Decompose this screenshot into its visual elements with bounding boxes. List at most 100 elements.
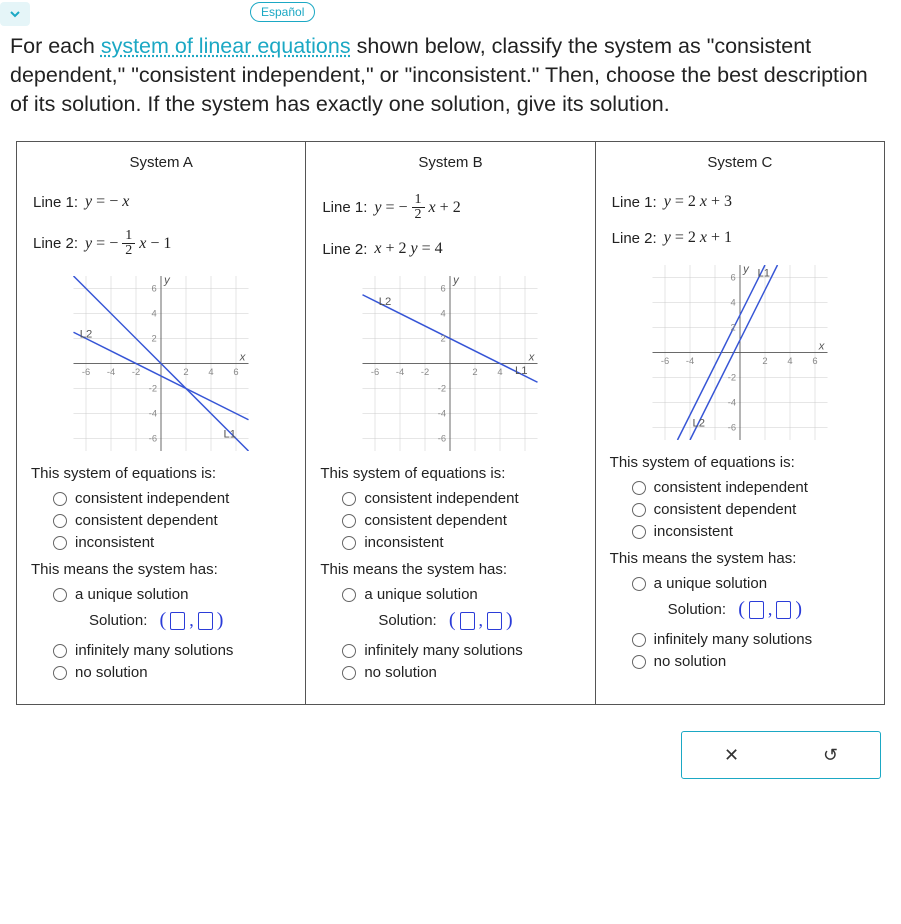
opt-label: inconsistent: [75, 534, 154, 551]
graph-c: xy L1 L2 -6-4246 642-2-4-6: [625, 265, 855, 440]
svg-text:-2: -2: [728, 373, 736, 383]
svg-text:x: x: [239, 351, 246, 363]
radio-b-unique[interactable]: [342, 588, 356, 602]
svg-text:L1: L1: [515, 365, 528, 377]
radio-c-inc[interactable]: [632, 525, 646, 539]
q2-label: This means the system has:: [320, 561, 580, 578]
glossary-link[interactable]: system of linear equations: [101, 34, 351, 58]
system-b-line1: Line 1: y=− 12 x+2: [322, 193, 580, 222]
solution-b: Solution: (,): [378, 609, 580, 632]
action-bar: ✕ ↺: [0, 721, 901, 797]
solution-a-y[interactable]: [198, 612, 213, 630]
action-panel: ✕ ↺: [681, 731, 881, 779]
radio-c-none[interactable]: [632, 655, 646, 669]
svg-text:6: 6: [234, 367, 239, 377]
opt-label: consistent independent: [75, 490, 229, 507]
expand-toggle[interactable]: [0, 2, 30, 26]
solution-c-x[interactable]: [749, 601, 764, 619]
radio-a-ci[interactable]: [53, 492, 67, 506]
system-a-line1: Line 1: y=−x: [33, 193, 291, 211]
line-label: Line 1:: [612, 194, 657, 211]
radio-c-inf[interactable]: [632, 633, 646, 647]
system-c-line1: Line 1: y=2x+3: [612, 193, 870, 211]
q1-label: This system of equations is:: [320, 465, 580, 482]
svg-text:-6: -6: [82, 367, 90, 377]
reset-button[interactable]: ↺: [781, 732, 880, 778]
svg-text:-4: -4: [728, 398, 736, 408]
graph-b: xy L1 L2 -6-4-224 642-2-4-6: [335, 276, 565, 451]
svg-text:-4: -4: [396, 367, 404, 377]
close-icon: ✕: [724, 745, 739, 766]
svg-text:L2: L2: [379, 296, 392, 308]
svg-text:y: y: [163, 276, 171, 287]
solution-c-y[interactable]: [776, 601, 791, 619]
solution-a-x[interactable]: [170, 612, 185, 630]
radio-b-ci[interactable]: [342, 492, 356, 506]
svg-text:y: y: [453, 276, 461, 287]
svg-text:L1: L1: [757, 267, 770, 279]
line-label: Line 2:: [322, 241, 367, 258]
graph-a: xy L1 L2 -6-4-2246 642-2-4-6: [46, 276, 276, 451]
svg-text:2: 2: [473, 367, 478, 377]
svg-text:2: 2: [762, 356, 767, 366]
system-a-panel: System A Line 1: y=−x Line 2: y=− 12 x−1: [17, 142, 306, 704]
reset-icon: ↺: [823, 745, 838, 766]
opt-label: no solution: [75, 664, 148, 681]
svg-text:4: 4: [730, 298, 735, 308]
systems-grid: System A Line 1: y=−x Line 2: y=− 12 x−1: [16, 141, 885, 705]
svg-text:y: y: [742, 265, 750, 276]
svg-text:-6: -6: [149, 434, 157, 444]
svg-text:-4: -4: [686, 356, 694, 366]
language-button[interactable]: Español: [250, 2, 315, 22]
radio-a-cd[interactable]: [53, 514, 67, 528]
svg-text:L1: L1: [224, 428, 237, 440]
svg-text:-4: -4: [438, 409, 446, 419]
opt-label: consistent dependent: [364, 512, 507, 529]
svg-text:6: 6: [152, 284, 157, 294]
radio-b-cd[interactable]: [342, 514, 356, 528]
opt-label: infinitely many solutions: [75, 642, 233, 659]
radio-b-inc[interactable]: [342, 536, 356, 550]
question-text: For each system of linear equations show…: [0, 26, 901, 133]
solution-b-x[interactable]: [460, 612, 475, 630]
solution-label: Solution:: [668, 601, 726, 618]
radio-a-none[interactable]: [53, 666, 67, 680]
opt-label: infinitely many solutions: [364, 642, 522, 659]
clear-button[interactable]: ✕: [682, 732, 781, 778]
system-title: System B: [320, 154, 580, 171]
radio-c-ci[interactable]: [632, 481, 646, 495]
opt-label: consistent dependent: [75, 512, 218, 529]
q2-label: This means the system has:: [610, 550, 870, 567]
opt-label: consistent independent: [364, 490, 518, 507]
svg-text:4: 4: [498, 367, 503, 377]
q1-label: This system of equations is:: [610, 454, 870, 471]
svg-text:6: 6: [441, 284, 446, 294]
svg-text:6: 6: [730, 273, 735, 283]
svg-text:4: 4: [209, 367, 214, 377]
system-c-panel: System C Line 1: y=2x+3 Line 2: y=2x+1: [596, 142, 884, 704]
radio-b-inf[interactable]: [342, 644, 356, 658]
radio-c-cd[interactable]: [632, 503, 646, 517]
svg-text:x: x: [818, 340, 825, 352]
opt-label: consistent independent: [654, 479, 808, 496]
svg-text:x: x: [528, 351, 535, 363]
q1-label: This system of equations is:: [31, 465, 291, 482]
solution-b-y[interactable]: [487, 612, 502, 630]
svg-text:2: 2: [730, 323, 735, 333]
radio-b-none[interactable]: [342, 666, 356, 680]
opt-label: a unique solution: [364, 586, 477, 603]
svg-text:-4: -4: [149, 409, 157, 419]
solution-a: Solution: (,): [89, 609, 291, 632]
radio-a-inc[interactable]: [53, 536, 67, 550]
system-title: System C: [610, 154, 870, 171]
opt-label: infinitely many solutions: [654, 631, 812, 648]
opt-label: a unique solution: [75, 586, 188, 603]
system-b-line2: Line 2: x+2y=4: [322, 240, 580, 258]
radio-a-unique[interactable]: [53, 588, 67, 602]
line-label: Line 2:: [33, 235, 78, 252]
solution-label: Solution:: [378, 612, 436, 629]
radio-c-unique[interactable]: [632, 577, 646, 591]
system-title: System A: [31, 154, 291, 171]
radio-a-inf[interactable]: [53, 644, 67, 658]
line-label: Line 1:: [33, 194, 78, 211]
